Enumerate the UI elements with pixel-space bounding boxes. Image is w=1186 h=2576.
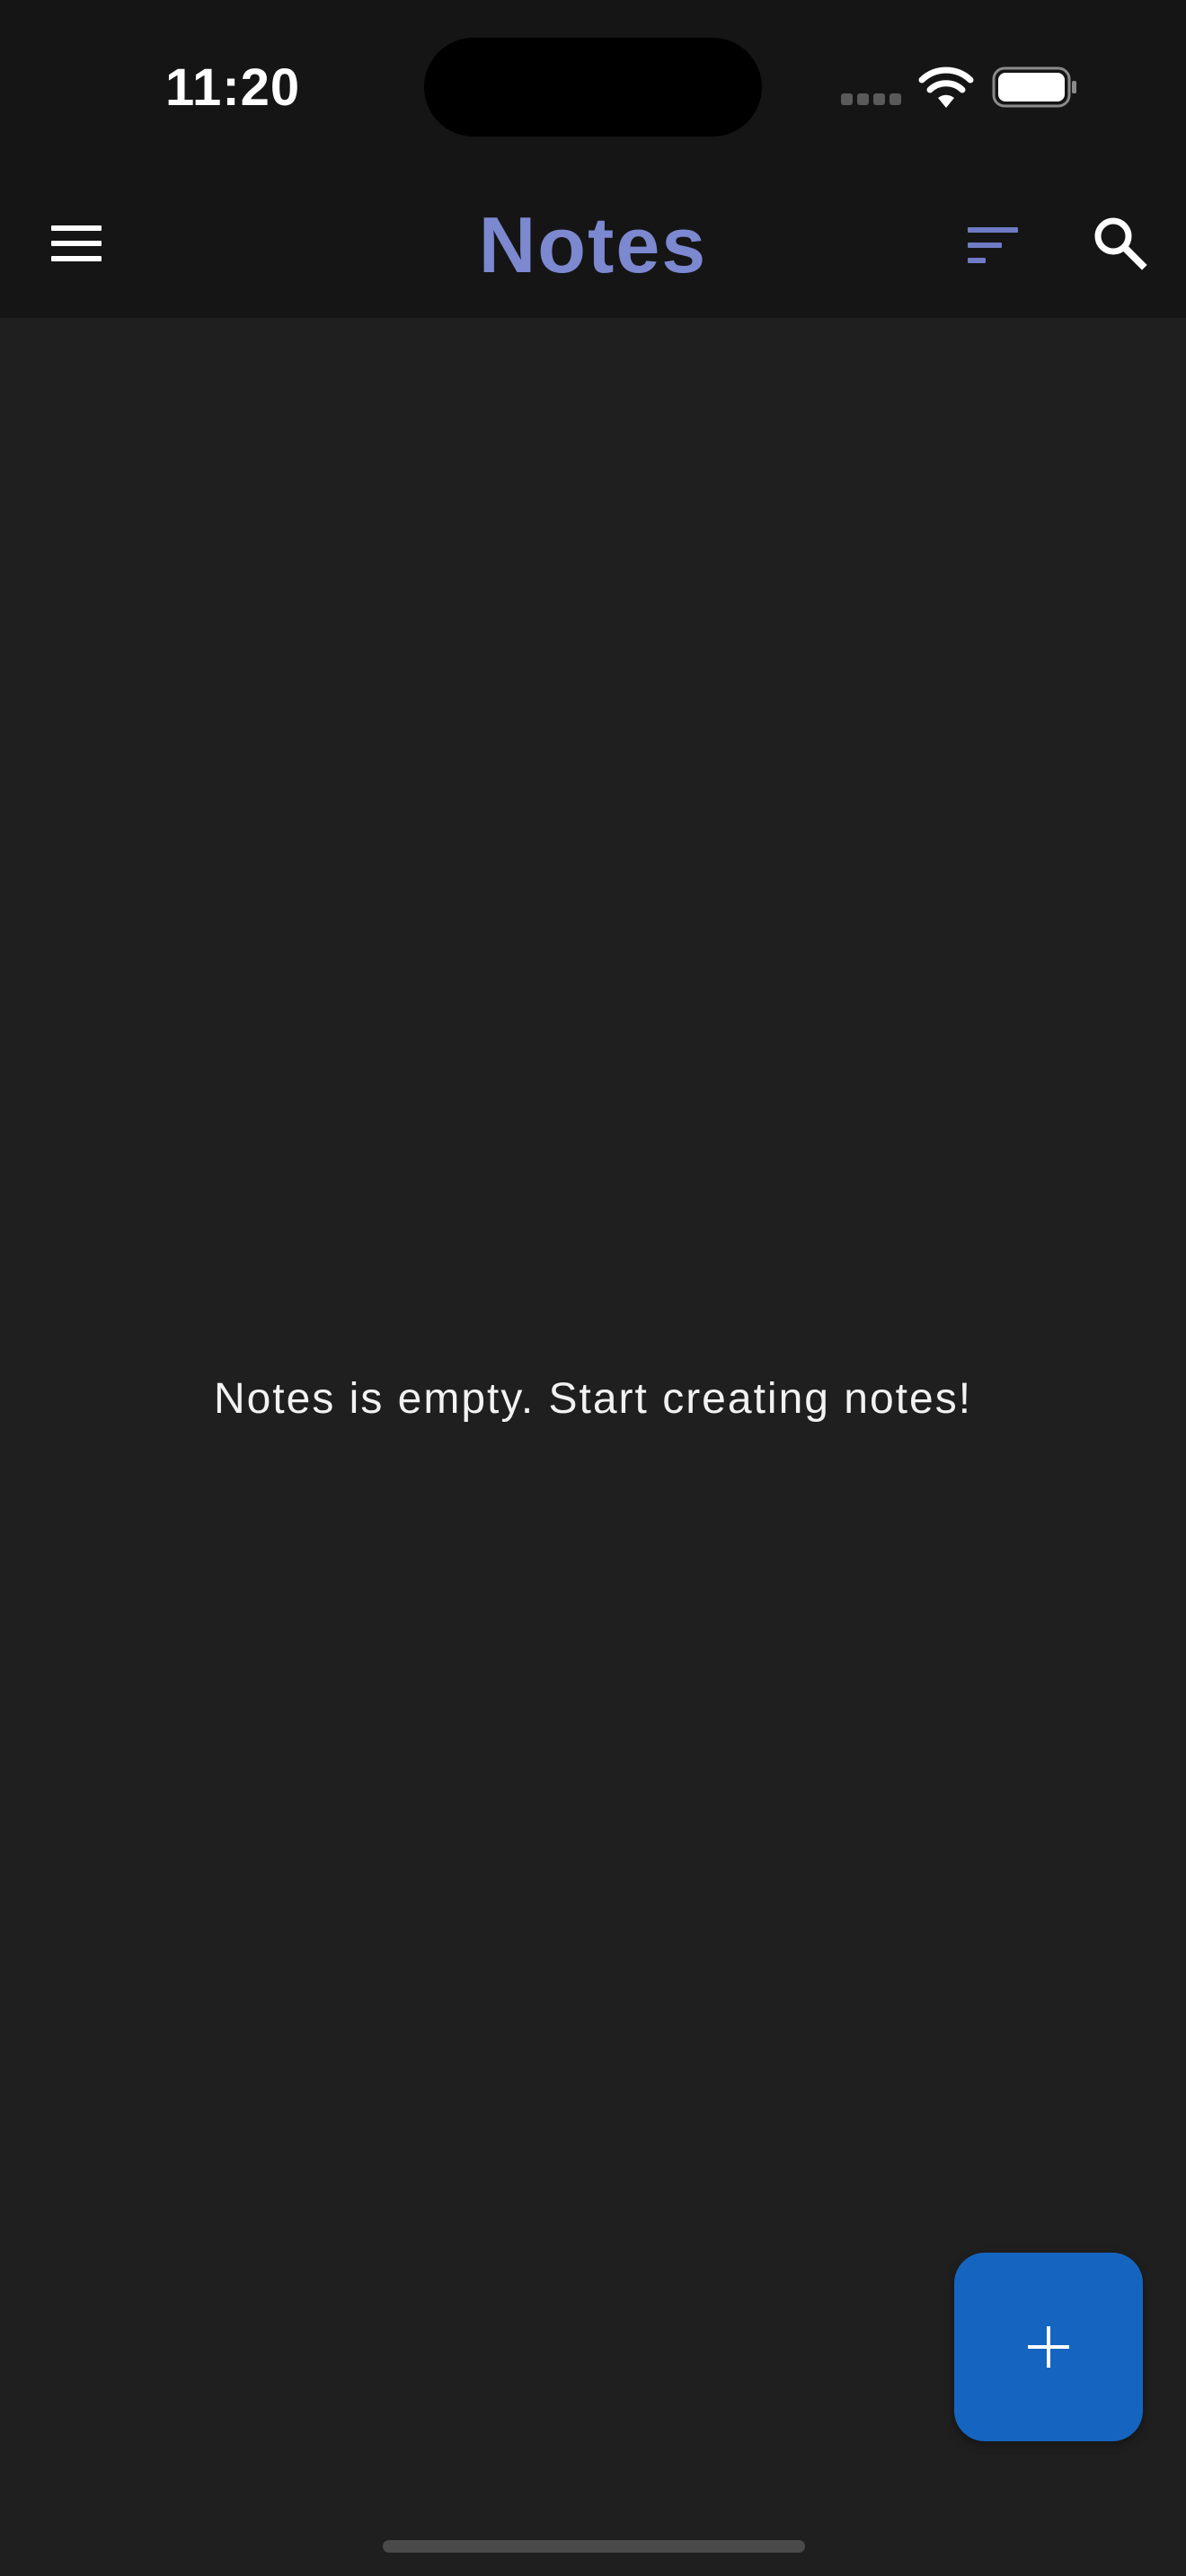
battery-icon [992,66,1076,108]
sort-button[interactable] [952,203,1033,284]
status-time: 11:20 [165,58,301,117]
dynamic-island [424,38,762,137]
cellular-signal-icon [841,93,902,108]
notes-screen: 11:20 Notes Notes is empty. Start creati… [0,0,1186,2576]
wifi-icon [918,66,974,108]
search-icon [1094,217,1147,270]
plus-icon [1028,2326,1069,2368]
empty-state-message: Notes is empty. Start creating notes! [213,1375,973,1423]
app-bar: 11:20 Notes [0,0,1186,318]
search-button[interactable] [1080,203,1161,284]
home-indicator[interactable] [383,2540,805,2553]
add-note-button[interactable] [954,2253,1143,2441]
